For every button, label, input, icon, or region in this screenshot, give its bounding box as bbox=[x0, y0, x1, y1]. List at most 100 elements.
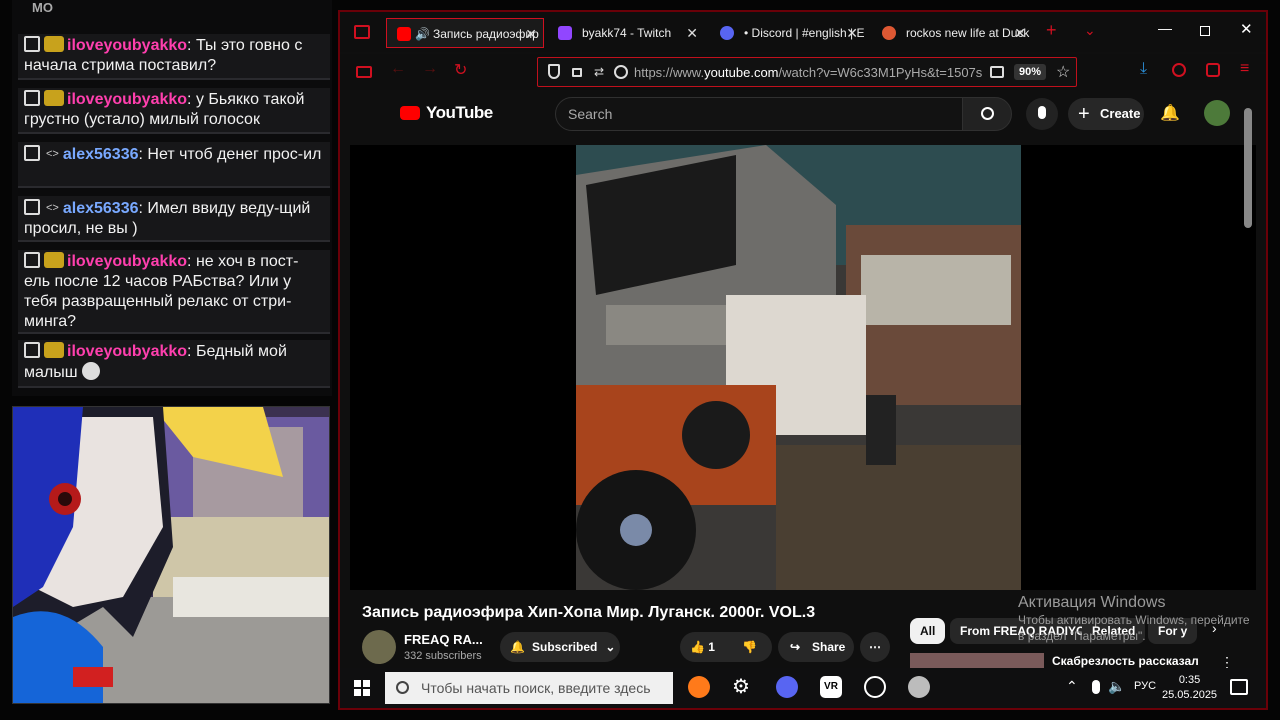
volume-icon[interactable]: 🔈 bbox=[1108, 678, 1125, 695]
twitch-icon bbox=[558, 26, 572, 40]
firefox-icon[interactable] bbox=[688, 676, 710, 698]
picture-in-picture-icon[interactable] bbox=[990, 66, 1004, 78]
tab-list-chevron-icon[interactable]: ⌄ bbox=[1084, 22, 1096, 39]
notifications-icon[interactable] bbox=[1230, 679, 1248, 695]
user-badge-icon bbox=[44, 252, 64, 268]
bookmark-star-icon[interactable]: ☆ bbox=[1056, 62, 1070, 82]
chat-message: iloveyoubyakko: у Бьякко такой грустно (… bbox=[18, 88, 330, 134]
speaker-icon[interactable]: 🔊 bbox=[415, 19, 430, 47]
obs-icon[interactable] bbox=[864, 676, 886, 698]
account-avatar[interactable] bbox=[1204, 100, 1230, 126]
more-actions-button[interactable]: ⋯ bbox=[860, 632, 890, 662]
youtube-logo-icon[interactable] bbox=[400, 106, 420, 120]
chat-message: iloveyoubyakko: Бедный мой малыш bbox=[18, 340, 330, 388]
restore-icon[interactable] bbox=[1200, 26, 1210, 36]
search-icon bbox=[396, 681, 409, 694]
code-badge-icon: <> bbox=[46, 202, 59, 214]
url-text[interactable]: https://www.youtube.com/watch?v=W6c33M1P… bbox=[634, 65, 982, 80]
close-tab-icon[interactable]: ✕ bbox=[525, 19, 537, 47]
timer-icon[interactable] bbox=[1172, 63, 1186, 77]
code-badge-icon: <> bbox=[46, 148, 59, 160]
tab-duckduckgo[interactable]: rockos new life at Duck ✕ bbox=[872, 18, 1032, 48]
url-prefix: https://www. bbox=[634, 65, 705, 80]
shield-icon[interactable] bbox=[548, 64, 560, 79]
tab-label: byakk74 - Twitch bbox=[582, 26, 672, 40]
chat-username: iloveyoubyakko bbox=[67, 343, 188, 360]
activation-title: Активация Windows bbox=[1018, 594, 1166, 611]
skull-emote-icon bbox=[82, 362, 101, 380]
search-icon bbox=[981, 107, 994, 120]
chip-all[interactable]: All bbox=[910, 618, 946, 644]
twitch-badge-icon bbox=[24, 342, 40, 358]
lock-icon[interactable] bbox=[572, 68, 582, 77]
minimize-icon[interactable]: — bbox=[1158, 20, 1172, 36]
subscribed-button[interactable]: 🔔 Subscribed ⌄ bbox=[500, 632, 620, 662]
close-tab-icon[interactable]: ✕ bbox=[846, 18, 858, 48]
tracking-off-icon[interactable] bbox=[614, 65, 628, 79]
search-input[interactable]: Search bbox=[555, 97, 963, 131]
chat-username: iloveyoubyakko bbox=[67, 37, 188, 54]
microphone-tray-icon[interactable] bbox=[1092, 680, 1100, 694]
tab-discord[interactable]: • Discord | #english | Er ✕ bbox=[710, 18, 864, 48]
share-button[interactable]: ↪ Share bbox=[778, 632, 854, 662]
share-icon: ↪ bbox=[790, 640, 801, 654]
close-tab-icon[interactable]: ✕ bbox=[686, 18, 698, 48]
dislike-button[interactable]: 👎 bbox=[742, 632, 757, 662]
windows-start-icon[interactable] bbox=[354, 680, 370, 696]
tab-manager-icon[interactable] bbox=[354, 25, 370, 39]
sidebar-icon[interactable] bbox=[356, 66, 372, 78]
tray-chevron-up-icon[interactable]: ⌃ bbox=[1066, 678, 1078, 695]
voice-search-button[interactable] bbox=[1026, 98, 1058, 130]
notifications-bell-icon[interactable]: 🔔 bbox=[1160, 103, 1180, 123]
new-tab-icon[interactable]: + bbox=[1046, 20, 1057, 41]
create-button[interactable]: + Create bbox=[1068, 98, 1144, 130]
youtube-logo[interactable]: YouTube bbox=[426, 103, 493, 123]
create-label: Create bbox=[1100, 106, 1141, 121]
forward-icon[interactable]: → bbox=[422, 60, 438, 78]
system-clock[interactable]: 0:35 25.05.2025 bbox=[1162, 673, 1217, 703]
extensions-icon[interactable] bbox=[1206, 63, 1220, 77]
discord-icon[interactable] bbox=[776, 676, 798, 698]
twitch-badge-icon bbox=[24, 252, 40, 268]
chat-message: <> alex56336: Имел ввиду веду-щий просил,… bbox=[18, 196, 330, 242]
menu-icon[interactable]: ≡ bbox=[1240, 60, 1249, 78]
url-path: /watch?v=W6c33M1PyHs&t=1507s bbox=[778, 65, 983, 80]
tab-youtube[interactable]: 🔊 Запись радиоэфир ✕ bbox=[386, 18, 544, 48]
like-button[interactable]: 👍 1 bbox=[690, 632, 715, 662]
channel-avatar[interactable] bbox=[362, 630, 396, 664]
settings-gear-icon[interactable]: ⚙ bbox=[732, 676, 754, 698]
tab-twitch[interactable]: byakk74 - Twitch ✕ bbox=[548, 18, 704, 48]
chevron-down-icon: ⌄ bbox=[605, 640, 616, 654]
language-indicator[interactable]: РУС bbox=[1134, 680, 1156, 692]
like-dislike-group: 👍 1 👎 bbox=[680, 632, 772, 662]
app-icon[interactable] bbox=[908, 676, 930, 698]
bell-icon: 🔔 bbox=[510, 640, 525, 654]
vr-app-icon[interactable]: VR bbox=[820, 676, 842, 698]
screen: MO iloveyoubyakko: Ты это говно с начала… bbox=[0, 0, 1280, 720]
tab-bar: 🔊 Запись радиоэфир ✕ byakk74 - Twitch ✕ … bbox=[340, 12, 1266, 52]
downloads-icon[interactable]: ⤓ bbox=[1140, 60, 1147, 78]
windows-activation-watermark: Активация Windows Чтобы активировать Win… bbox=[1018, 594, 1256, 644]
zoom-level[interactable]: 90% bbox=[1014, 64, 1047, 80]
taskbar-search-input[interactable]: Чтобы начать поиск, введите здесь bbox=[385, 672, 673, 704]
like-count: 1 bbox=[708, 640, 715, 654]
channel-name[interactable]: FREAQ RA... bbox=[404, 632, 483, 647]
chat-message: <> alex56336: Нет чтоб денег прос-ил bbox=[18, 142, 330, 188]
video-player[interactable] bbox=[350, 145, 1256, 590]
chat-header: MO bbox=[32, 0, 53, 15]
chat-username: alex56336 bbox=[62, 146, 139, 163]
back-icon[interactable]: ← bbox=[390, 60, 406, 78]
address-bar[interactable]: ⇄ https://www.youtube.com/watch?v=W6c33M… bbox=[537, 57, 1077, 87]
close-tab-icon[interactable]: ✕ bbox=[1014, 18, 1026, 48]
close-window-icon[interactable]: ✕ bbox=[1240, 20, 1253, 38]
twitch-badge-icon bbox=[24, 199, 40, 215]
youtube-icon bbox=[397, 27, 411, 41]
chat-username: alex56336 bbox=[62, 200, 139, 217]
search-button[interactable] bbox=[962, 97, 1012, 131]
discord-icon bbox=[720, 26, 734, 40]
chat-message: iloveyoubyakko: не хоч в пост-ель после … bbox=[18, 250, 330, 334]
reload-icon[interactable]: ↻ bbox=[454, 60, 467, 80]
scrollbar[interactable] bbox=[1244, 108, 1252, 228]
permissions-icon[interactable]: ⇄ bbox=[594, 65, 604, 79]
chat-username: iloveyoubyakko bbox=[67, 91, 188, 108]
